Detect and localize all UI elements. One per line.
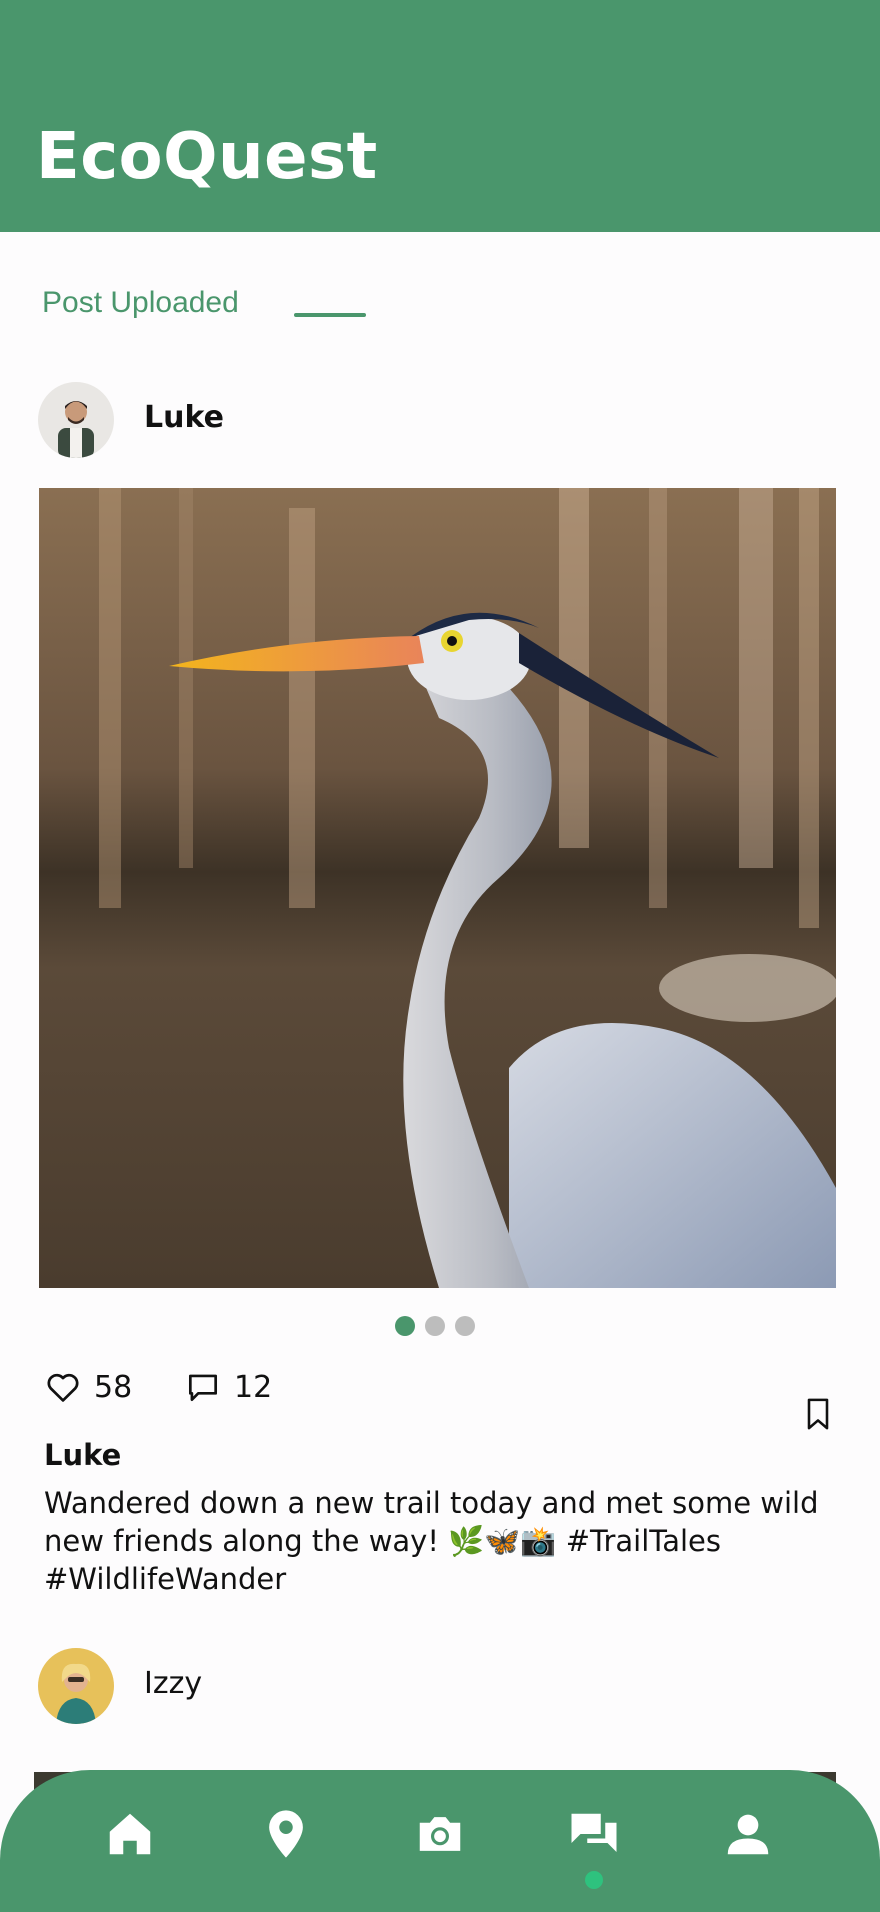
chat-icon <box>571 1813 617 1852</box>
heart-icon <box>47 1373 79 1402</box>
comment-icon <box>188 1374 218 1402</box>
upload-status: Post Uploaded <box>42 286 239 320</box>
carousel-dot[interactable] <box>425 1316 445 1336</box>
comment-button[interactable]: 12 <box>184 1368 272 1406</box>
like-count: 58 <box>94 1369 133 1405</box>
camera-icon <box>419 1817 461 1851</box>
nav-chat[interactable] <box>564 1804 624 1864</box>
comment-count: 12 <box>234 1369 273 1405</box>
profile-icon <box>727 1814 769 1855</box>
upload-progress-line <box>294 313 366 317</box>
person-avatar-icon <box>38 382 114 458</box>
carousel-dot[interactable] <box>455 1316 475 1336</box>
home-icon <box>109 1813 151 1855</box>
carousel-dot-active[interactable] <box>395 1316 415 1336</box>
carousel-indicator <box>395 1316 475 1336</box>
post-author-name[interactable]: Luke <box>144 400 224 435</box>
bookmark-icon[interactable] <box>802 1396 834 1432</box>
person-avatar-icon <box>38 1648 114 1724</box>
nav-profile[interactable] <box>718 1804 778 1864</box>
heron-photo-icon <box>39 488 836 1288</box>
like-button[interactable]: 58 <box>44 1368 132 1406</box>
map-pin-icon <box>269 1810 303 1858</box>
app-header: EcoQuest <box>0 0 880 232</box>
nav-camera[interactable] <box>410 1804 470 1864</box>
post-author-name[interactable]: Izzy <box>144 1666 202 1701</box>
app-title: EcoQuest <box>36 120 378 194</box>
caption-author[interactable]: Luke <box>44 1438 121 1472</box>
upload-status-text: Post Uploaded <box>42 286 239 319</box>
post-caption: Wandered down a new trail today and met … <box>44 1486 819 1596</box>
nav-home[interactable] <box>100 1804 160 1864</box>
avatar[interactable] <box>38 382 114 458</box>
avatar[interactable] <box>38 1648 114 1724</box>
nav-map[interactable] <box>256 1804 316 1864</box>
post-photo[interactable] <box>39 488 836 1288</box>
active-tab-indicator <box>585 1871 603 1889</box>
